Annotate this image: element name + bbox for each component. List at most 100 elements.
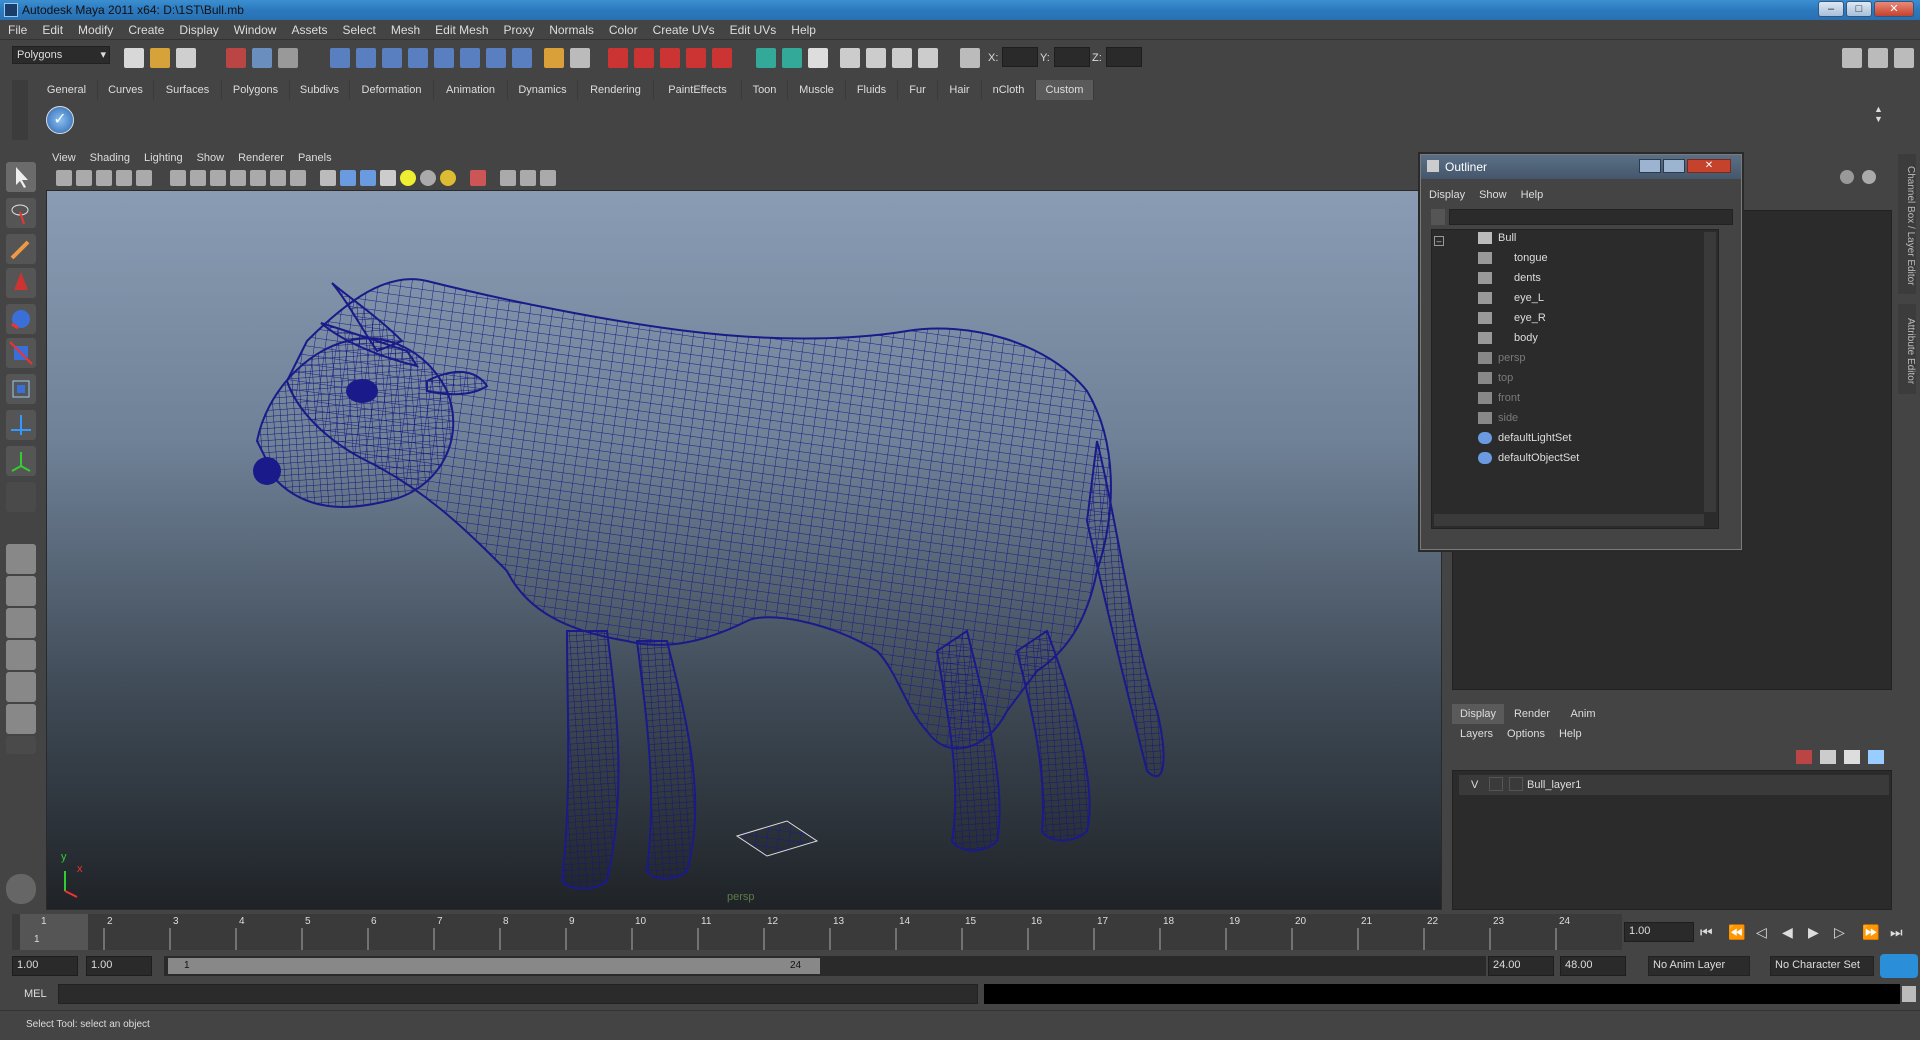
filter-toggle-icon[interactable] [1431, 209, 1445, 225]
safe-action-icon[interactable] [270, 170, 286, 186]
select-tool-icon[interactable] [6, 162, 36, 192]
show-manip-icon[interactable] [6, 446, 36, 476]
snap-grid-icon[interactable] [330, 48, 350, 68]
shelf-tab-surfaces[interactable]: Surfaces [154, 80, 222, 100]
command-input[interactable] [58, 984, 978, 1004]
universal-manip-icon[interactable] [6, 374, 36, 404]
shelf-tab-general[interactable]: General [36, 80, 98, 100]
outliner-item-front[interactable]: front [1478, 392, 1520, 410]
scale-tool-icon[interactable] [6, 338, 36, 368]
outliner-item-bull[interactable]: Bull [1478, 232, 1516, 250]
z-coord-field[interactable] [1106, 47, 1142, 67]
current-frame-marker[interactable] [20, 914, 88, 950]
vp-menu-show[interactable]: Show [191, 150, 233, 164]
outliner-graph-layout-icon[interactable] [6, 704, 36, 734]
camera-select-icon[interactable] [56, 170, 72, 186]
shelf-tab-ncloth[interactable]: nCloth [982, 80, 1036, 100]
save-scene-icon[interactable] [176, 48, 196, 68]
field-chart-icon[interactable] [250, 170, 266, 186]
layer-tab-render[interactable]: Render [1504, 704, 1560, 724]
outliner-title-bar[interactable]: Outliner ✕ [1421, 155, 1741, 179]
new-layer-selected-icon[interactable] [1820, 750, 1836, 764]
new-layer-empty-icon[interactable] [1796, 750, 1812, 764]
outliner-close-button[interactable]: ✕ [1687, 159, 1731, 173]
isolate-select-icon[interactable] [500, 170, 516, 186]
side-tab-channel-box[interactable]: Channel Box / Layer Editor [1898, 154, 1916, 294]
vp-menu-shading[interactable]: Shading [84, 150, 138, 164]
transform-mode-icon[interactable] [960, 48, 980, 68]
menu-color[interactable]: Color [601, 20, 645, 37]
snap-plane-icon[interactable] [408, 48, 428, 68]
menu-edit[interactable]: Edit [34, 20, 70, 37]
menu-mesh[interactable]: Mesh [383, 20, 427, 37]
display-options-icon[interactable] [1862, 170, 1876, 184]
xray-icon[interactable] [470, 170, 486, 186]
menu-file[interactable]: File [0, 20, 34, 37]
x-coord-field[interactable] [1002, 47, 1038, 67]
last-tool-icon[interactable] [6, 482, 36, 512]
menu-modify[interactable]: Modify [70, 20, 120, 37]
select-component-icon[interactable] [278, 48, 298, 68]
input-line-icon[interactable] [756, 48, 776, 68]
ipr-render-icon[interactable] [634, 48, 654, 68]
smooth-shading-icon[interactable] [340, 170, 356, 186]
checkmark-shelf-icon[interactable]: ✓ [46, 106, 74, 134]
menu-window[interactable]: Window [226, 20, 284, 37]
film-gate-icon[interactable] [190, 170, 206, 186]
outliner-maximize-button[interactable] [1663, 159, 1685, 173]
sidebar-toggle-icon[interactable] [808, 48, 828, 68]
menu-proxy[interactable]: Proxy [496, 20, 542, 37]
shelf-tab-hair[interactable]: Hair [938, 80, 982, 100]
shelf-tab-toon[interactable]: Toon [742, 80, 788, 100]
animation-end-field[interactable]: 48.00 [1560, 956, 1626, 976]
resolution-gate-icon[interactable] [210, 170, 226, 186]
layout-four-icon[interactable] [918, 48, 938, 68]
menu-create-uvs[interactable]: Create UVs [645, 20, 722, 37]
safe-title-icon[interactable] [290, 170, 306, 186]
persp-graph-layout-icon[interactable] [6, 640, 36, 670]
select-hierarchy-icon[interactable] [226, 48, 246, 68]
outliner-item-eye-l[interactable]: eye_L [1478, 292, 1544, 310]
animation-start-field[interactable]: 1.00 [12, 956, 78, 976]
layout-icon[interactable] [840, 48, 860, 68]
image-plane-icon[interactable] [116, 170, 132, 186]
wireframe-on-shaded-icon[interactable] [360, 170, 376, 186]
outliner-filter-field[interactable] [1449, 209, 1733, 225]
single-perspective-layout-icon[interactable] [6, 544, 36, 574]
shelf-tab-rendering[interactable]: Rendering [578, 80, 654, 100]
range-handle[interactable] [168, 958, 820, 974]
outliner-item-defaultlightset[interactable]: defaultLightSet [1478, 432, 1571, 450]
layer-template-toggle[interactable] [1489, 777, 1503, 791]
shelf-tab-fur[interactable]: Fur [898, 80, 938, 100]
vp-menu-view[interactable]: View [46, 150, 84, 164]
render-settings-icon[interactable] [660, 48, 680, 68]
new-scene-icon[interactable] [124, 48, 144, 68]
outliner-vertical-scrollbar[interactable] [1704, 232, 1716, 512]
attribute-editor-toggle-icon[interactable] [1842, 48, 1862, 68]
soft-mod-icon[interactable] [6, 410, 36, 440]
outliner-item-top[interactable]: top [1478, 372, 1513, 390]
maximize-button[interactable]: □ [1846, 1, 1872, 17]
step-forward-frame-icon[interactable]: ▷ [1834, 924, 1845, 941]
default-light-icon[interactable] [400, 170, 416, 186]
camera-attr-icon[interactable] [76, 170, 92, 186]
bookmark-icon[interactable] [96, 170, 112, 186]
outliner-horizontal-scrollbar[interactable] [1434, 514, 1704, 526]
outliner-item-eye-r[interactable]: eye_R [1478, 312, 1546, 330]
layer-menu-help[interactable]: Help [1559, 728, 1582, 740]
auto-key-icon[interactable] [1880, 954, 1918, 978]
layer-tab-anim[interactable]: Anim [1560, 704, 1606, 724]
outliner-menu-help[interactable]: Help [1521, 189, 1544, 201]
outliner-menu-display[interactable]: Display [1429, 189, 1465, 201]
outliner-item-body[interactable]: body [1478, 332, 1538, 350]
outliner-menu-show[interactable]: Show [1479, 189, 1507, 201]
outliner-minimize-button[interactable] [1639, 159, 1661, 173]
shelf-tab-curves[interactable]: Curves [98, 80, 154, 100]
collapse-toggle[interactable]: – [1434, 236, 1444, 246]
four-view-layout-icon[interactable] [6, 576, 36, 606]
menu-edit-mesh[interactable]: Edit Mesh [427, 20, 495, 37]
persp-outliner-layout-icon[interactable] [6, 608, 36, 638]
move-layer-down-icon[interactable] [1868, 750, 1884, 764]
menu-create[interactable]: Create [120, 20, 171, 37]
script-editor-icon[interactable] [1902, 986, 1916, 1002]
